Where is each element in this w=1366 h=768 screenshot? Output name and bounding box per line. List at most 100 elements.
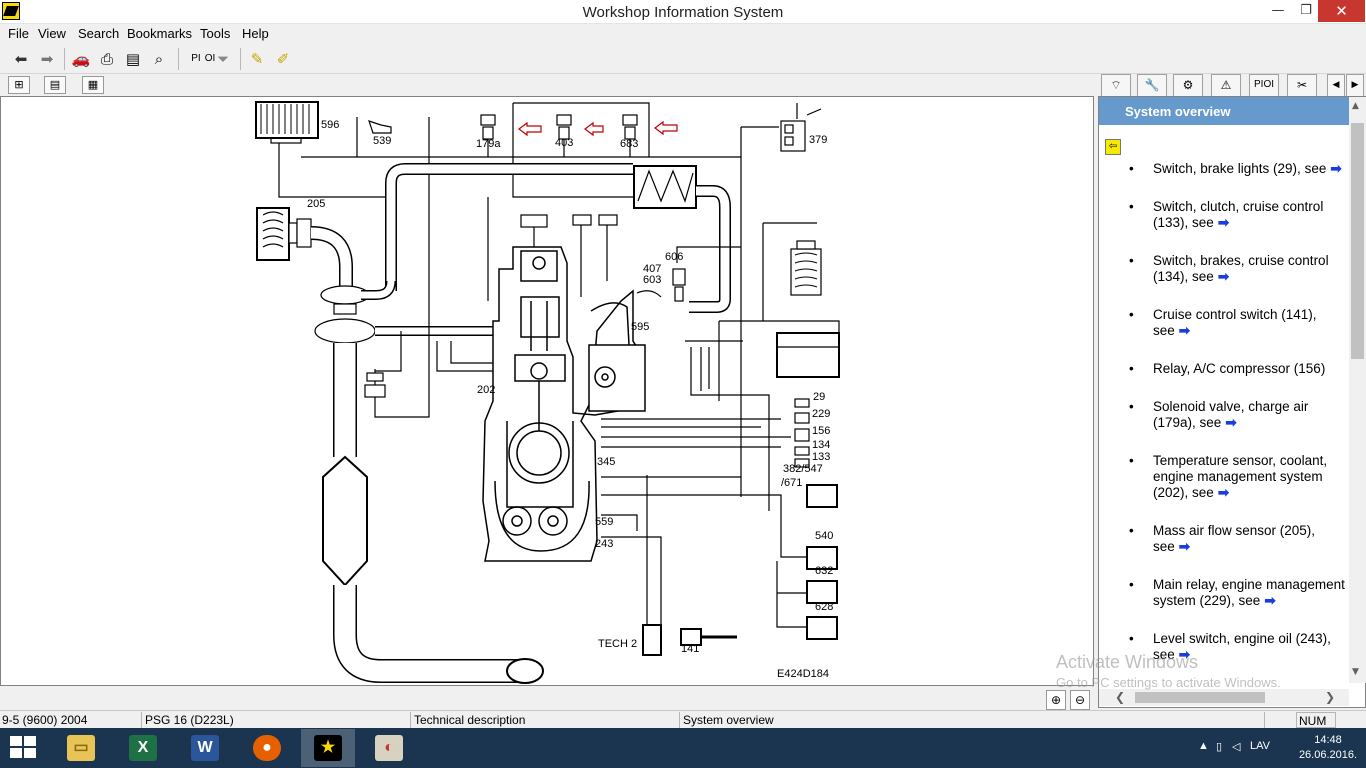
status-section: System overview bbox=[681, 712, 1265, 728]
status-bar: 9-5 (9600) 2004 PSG 16 (D223L) Technical… bbox=[0, 710, 1366, 728]
link-arrow-icon[interactable]: ➡ bbox=[1179, 539, 1190, 554]
see-link[interactable]: see bbox=[1153, 323, 1175, 338]
start-button-icon[interactable] bbox=[10, 736, 38, 760]
print-list-icon[interactable]: ▤ bbox=[122, 49, 144, 69]
tab-tools-icon[interactable]: ✂ bbox=[1287, 74, 1317, 96]
list-item: Solenoid valve, charge air (179a), see➡ bbox=[1099, 399, 1349, 431]
see-link[interactable]: see bbox=[1305, 161, 1327, 176]
solenoid-valve-179a bbox=[480, 114, 496, 157]
close-button[interactable]: ✕ bbox=[1318, 0, 1365, 22]
menu-bar: File View Search Bookmarks Tools Help bbox=[0, 24, 1366, 44]
tab-scroll-right-icon[interactable]: ▶ bbox=[1346, 74, 1364, 96]
link-arrow-icon[interactable]: ➡ bbox=[1330, 161, 1341, 176]
see-link[interactable]: see bbox=[1239, 593, 1261, 608]
scroll-down-icon[interactable]: ▼ bbox=[1352, 667, 1359, 677]
tray-language[interactable]: LAV bbox=[1250, 740, 1270, 752]
list-item: Switch, brake lights (29), see➡ bbox=[1099, 161, 1349, 177]
taskbar-excel-icon[interactable]: X bbox=[116, 729, 170, 767]
menu-help[interactable]: Help bbox=[242, 26, 269, 41]
system-overview-list: Switch, brake lights (29), see➡ Switch, … bbox=[1099, 161, 1349, 681]
status-num: NUM bbox=[1296, 712, 1336, 728]
see-link[interactable]: see bbox=[1200, 415, 1222, 430]
back-arrow-icon[interactable]: ⬅ bbox=[10, 49, 32, 69]
zoom-in-icon[interactable]: ⊕ bbox=[1046, 690, 1066, 710]
horizontal-scrollbar[interactable]: ❮ ❯ bbox=[1099, 689, 1349, 706]
minimize-button[interactable]: — bbox=[1264, 0, 1292, 22]
tab-wrench-icon[interactable]: 🔧 bbox=[1137, 74, 1167, 96]
tray-volume-icon[interactable]: ◁ bbox=[1232, 740, 1240, 753]
list-item: Temperature sensor, coolant, engine mana… bbox=[1099, 453, 1349, 501]
taskbar-explorer-icon[interactable]: ▭ bbox=[54, 729, 108, 767]
system-overview-panel: System overview ⇦ Switch, brake lights (… bbox=[1098, 96, 1366, 708]
status-document: Technical description bbox=[412, 712, 680, 728]
list-item: Mass air flow sensor (205), see➡ bbox=[1099, 523, 1349, 555]
taskbar-wis-icon[interactable]: ★ bbox=[301, 729, 355, 767]
note-icon[interactable]: ✐ bbox=[272, 49, 294, 69]
list-item: Level switch, engine oil (243), see➡ bbox=[1099, 631, 1349, 663]
toolbar: ⬅ ➡ 🚗 ⎙ ▤ ⌕ PI OI ⏷ ✎ ✐ bbox=[0, 44, 1366, 74]
status-engine: PSG 16 (D223L) bbox=[143, 712, 411, 728]
tray-battery-icon[interactable]: ▯ bbox=[1216, 740, 1222, 753]
link-arrow-icon[interactable]: ➡ bbox=[1218, 215, 1229, 230]
taskbar-paint-icon[interactable]: ◐ bbox=[362, 729, 416, 767]
maximize-button[interactable]: ❐ bbox=[1292, 0, 1320, 22]
link-arrow-icon[interactable]: ➡ bbox=[1179, 647, 1190, 662]
back-arrow-icon[interactable]: ⇦ bbox=[1105, 139, 1121, 155]
tab-gears-icon[interactable]: ⚙ bbox=[1173, 74, 1203, 96]
filter-icon[interactable]: ⏷ bbox=[212, 49, 234, 69]
system-overview-header: System overview bbox=[1099, 97, 1349, 125]
scroll-left-icon[interactable]: ❮ bbox=[1115, 690, 1125, 704]
search-binoculars-icon[interactable]: ⌕ bbox=[148, 49, 170, 69]
solenoid-valve-683 bbox=[622, 114, 638, 157]
see-link[interactable]: see bbox=[1153, 539, 1175, 554]
tab-diagnosis-icon[interactable]: ⚠ bbox=[1211, 74, 1241, 96]
vertical-scrollbar[interactable]: ▲ ▼ bbox=[1349, 97, 1366, 683]
menu-tools[interactable]: Tools bbox=[200, 26, 230, 41]
menu-bookmarks[interactable]: Bookmarks bbox=[127, 26, 192, 41]
see-link[interactable]: see bbox=[1192, 485, 1214, 500]
link-arrow-icon[interactable]: ➡ bbox=[1264, 593, 1275, 608]
link-arrow-icon[interactable]: ➡ bbox=[1225, 415, 1236, 430]
list-item: Main relay, engine management system (22… bbox=[1099, 577, 1349, 609]
tab-wiper-icon[interactable]: ⌔ bbox=[1101, 74, 1131, 96]
forward-arrow-icon[interactable]: ➡ bbox=[36, 49, 58, 69]
tab-document-icon[interactable]: ▤ bbox=[44, 76, 66, 94]
tab-pi[interactable]: PIOI bbox=[1249, 74, 1279, 96]
menu-view[interactable]: View bbox=[38, 26, 66, 41]
tab-scroll-left-icon[interactable]: ◀ bbox=[1327, 74, 1345, 96]
see-link[interactable]: see bbox=[1153, 647, 1175, 662]
tray-arrow-icon[interactable]: ▲ bbox=[1198, 740, 1209, 752]
car-icon[interactable]: 🚗 bbox=[70, 49, 92, 69]
print-icon[interactable]: ⎙ bbox=[96, 49, 118, 69]
scroll-up-icon[interactable]: ▲ bbox=[1352, 101, 1359, 111]
tab-row: ⊞ ▤ ▦ ⌔ 🔧 ⚙ ⚠ PIOI ✂ ◀ ▶ bbox=[0, 74, 1366, 96]
list-item: Switch, clutch, cruise control (133), se… bbox=[1099, 199, 1349, 231]
window-title: Workshop Information System bbox=[582, 4, 784, 21]
menu-search[interactable]: Search bbox=[78, 26, 119, 41]
see-link[interactable]: see bbox=[1192, 269, 1214, 284]
engine-block bbox=[482, 246, 646, 562]
solenoid-valve-403 bbox=[556, 114, 572, 157]
h-scroll-thumb[interactable] bbox=[1135, 692, 1265, 703]
tab-toc-icon[interactable]: ⊞ bbox=[8, 76, 30, 94]
status-model: 9-5 (9600) 2004 bbox=[0, 712, 142, 728]
list-item: Switch, brakes, cruise control (134), se… bbox=[1099, 253, 1349, 285]
engine-diagram bbox=[255, 101, 840, 684]
highlight-pen-icon[interactable]: ✎ bbox=[246, 49, 268, 69]
clock[interactable]: 14:48 26.06.2016. bbox=[1298, 733, 1358, 763]
taskbar-firefox-icon[interactable]: ● bbox=[240, 729, 294, 767]
diagram-pane[interactable]: 596 539 179a 403 683 379 205 606 407 603… bbox=[0, 96, 1094, 686]
list-item: Relay, A/C compressor (156) bbox=[1099, 361, 1349, 377]
title-bar: Workshop Information System — ❐ ✕ bbox=[0, 0, 1366, 24]
link-arrow-icon[interactable]: ➡ bbox=[1218, 269, 1229, 284]
tab-diagram-icon[interactable]: ▦ bbox=[82, 76, 104, 94]
link-arrow-icon[interactable]: ➡ bbox=[1179, 323, 1190, 338]
taskbar-word-icon[interactable]: W bbox=[178, 729, 232, 767]
list-item: Cruise control switch (141), see➡ bbox=[1099, 307, 1349, 339]
scroll-right-icon[interactable]: ❯ bbox=[1325, 690, 1335, 704]
zoom-out-icon[interactable]: ⊖ bbox=[1070, 690, 1090, 710]
menu-file[interactable]: File bbox=[8, 26, 29, 41]
scroll-thumb[interactable] bbox=[1351, 123, 1364, 359]
see-link[interactable]: see bbox=[1192, 215, 1214, 230]
link-arrow-icon[interactable]: ➡ bbox=[1218, 485, 1229, 500]
